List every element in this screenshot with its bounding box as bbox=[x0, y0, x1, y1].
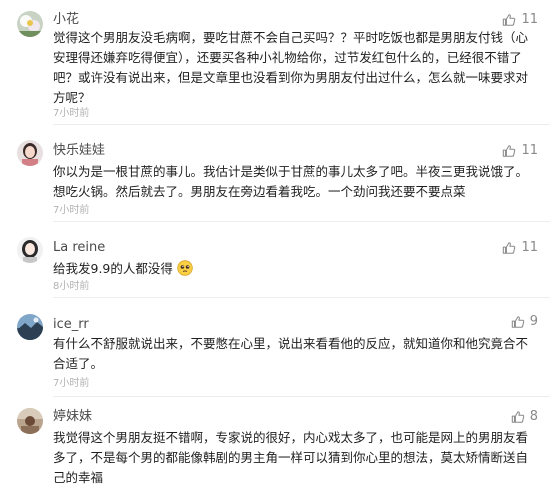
avatar[interactable] bbox=[17, 140, 43, 166]
like-count: 11 bbox=[521, 240, 538, 255]
avatar-flower-icon bbox=[17, 11, 43, 37]
comment-text: 觉得这个男朋友没毛病啊，要吃甘蔗不会自己买吗？？平时吃饭也都是男朋友付钱（心安理… bbox=[53, 30, 529, 105]
like-button[interactable]: 9 bbox=[511, 314, 538, 330]
avatar[interactable] bbox=[17, 314, 43, 340]
like-button[interactable]: 8 bbox=[511, 409, 538, 425]
avatar-girl-icon bbox=[17, 140, 43, 166]
like-count: 9 bbox=[529, 314, 538, 329]
avatar-photo-icon bbox=[17, 408, 43, 434]
avatar[interactable] bbox=[17, 11, 43, 37]
comment-item: 婷妹妹 8 我觉得这个男朋友挺不错啊，专家说的很好，内心戏太多了，也可能是网上的… bbox=[0, 397, 550, 502]
comment-text: 我觉得这个男朋友挺不错啊，专家说的很好，内心戏太多了，也可能是网上的男朋友看多了… bbox=[53, 430, 529, 485]
like-count: 8 bbox=[529, 409, 538, 424]
comment-time: 7小时前 bbox=[53, 205, 90, 216]
avatar-landscape-icon bbox=[17, 314, 43, 340]
comment-text: 给我发9.9的人都没得 bbox=[53, 261, 173, 276]
comment-text: 你以为是一根甘蔗的事儿。我估计是类似于甘蔗的事儿太多了吧。半夜三更我说饿了。想吃… bbox=[53, 164, 529, 199]
username[interactable]: 小花 bbox=[53, 12, 79, 28]
thumbs-up-icon bbox=[511, 316, 524, 328]
comment-time: 7小时前 bbox=[53, 378, 90, 389]
like-count: 11 bbox=[521, 143, 538, 158]
like-button[interactable]: 11 bbox=[502, 143, 538, 159]
username[interactable]: 婷妹妹 bbox=[53, 409, 92, 425]
username[interactable]: ice_rr bbox=[53, 317, 89, 333]
thumbs-up-icon bbox=[503, 242, 516, 254]
comment-item: La reine 11 给我发9.9的人都没得 8小时前 bbox=[0, 222, 550, 298]
comment-text: 有什么不舒服就说出来，不要憋在心里，说出来看看他的反应，就知道你和他究竟合不合适… bbox=[53, 336, 529, 371]
avatar[interactable] bbox=[17, 408, 43, 434]
comment-text-container: 给我发9.9的人都没得 bbox=[53, 259, 533, 279]
username[interactable]: La reine bbox=[53, 240, 105, 256]
like-button[interactable]: 11 bbox=[502, 240, 538, 256]
comment-time: 8小时前 bbox=[53, 281, 90, 292]
comment-time: 7小时前 bbox=[53, 108, 90, 119]
avatar-girl-icon bbox=[17, 237, 43, 263]
like-button[interactable]: 11 bbox=[502, 12, 538, 28]
avatar[interactable] bbox=[17, 237, 43, 263]
comment-item: 快乐娃娃 11 你以为是一根甘蔗的事儿。我估计是类似于甘蔗的事儿太多了吧。半夜三… bbox=[0, 125, 550, 222]
thumbs-up-icon bbox=[511, 411, 524, 423]
comment-item: ice_rr 9 有什么不舒服就说出来，不要憋在心里，说出来看看他的反应，就知道… bbox=[0, 298, 550, 397]
like-count: 11 bbox=[521, 12, 538, 27]
thumbs-up-icon bbox=[503, 14, 516, 26]
pleading-face-emoji bbox=[177, 260, 193, 276]
comment-item: 小花 11 觉得这个男朋友没毛病啊，要吃甘蔗不会自己买吗？？平时吃饭也都是男朋友… bbox=[0, 0, 550, 125]
thumbs-up-icon bbox=[503, 145, 516, 157]
username[interactable]: 快乐娃娃 bbox=[53, 143, 105, 159]
